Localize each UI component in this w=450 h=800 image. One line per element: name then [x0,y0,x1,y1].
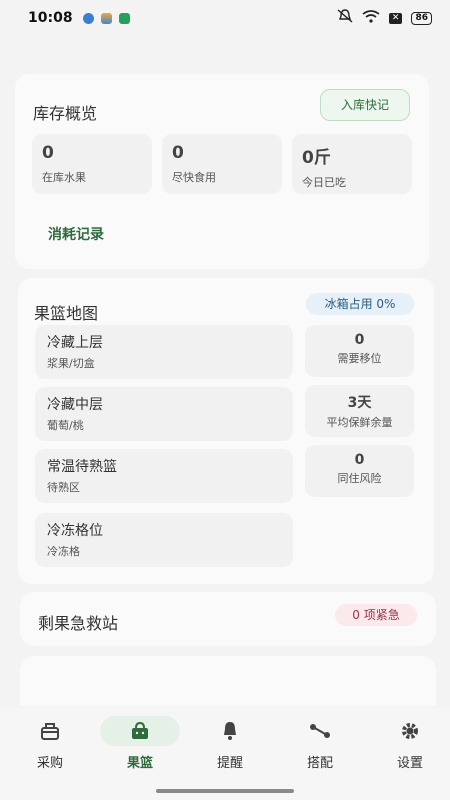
stat-value: 0 [354,452,365,468]
notification-icons [82,12,130,24]
stat-eat-soon: 0 尽快食用 [162,134,282,194]
nav-basket[interactable]: 果篮 [100,716,180,771]
nav-label: 设置 [396,756,423,771]
app-notification-icon [118,12,130,24]
status-bar: 10:08 ✕ 86 [0,0,450,36]
stat-value: 0 [172,143,184,163]
zone-fridge-middle[interactable]: 冷藏中层 葡萄/桃 [35,387,293,441]
consumption-log-link[interactable]: 消耗记录 [48,224,104,244]
urgent-count-badge: 0 项紧急 [335,604,417,626]
basket-icon [10,716,90,746]
rescue-card[interactable]: 剩果急救站 0 项紧急 [20,592,436,646]
x-badge-icon: ✕ [388,12,403,24]
stat-value: 3天 [347,395,372,411]
stat-label: 今日已吃 [302,176,346,189]
nav-label: 提醒 [216,756,243,771]
stat-eaten-today: 0斤 今日已吃 [292,134,412,194]
inventory-title: 库存概览 [33,104,98,123]
nav-label: 果篮 [126,756,153,771]
stat-label: 平均保鲜余量 [326,416,393,429]
nav-label: 搭配 [306,756,333,771]
inventory-card: 库存概览 入库快记 0 在库水果 0 尽快食用 0斤 今日已吃 消耗记录 [15,74,429,269]
stat-value: 0斤 [302,148,331,168]
nav-purchase[interactable]: 采购 [10,716,90,771]
stat-value: 0 [354,332,365,348]
basket-map-title: 果篮地图 [34,304,99,323]
stat-label: 需要移位 [337,352,382,365]
next-card-partial [20,656,436,706]
nav-reminder[interactable]: 提醒 [190,716,270,771]
status-time: 10:08 [28,10,73,26]
zone-name: 冷藏中层 [47,397,103,413]
rescue-title: 剩果急救站 [38,614,119,633]
stat-in-stock: 0 在库水果 [32,134,152,194]
battery-icon: 86 [411,11,432,25]
stat-cohabit-risk: 0 同住风险 [305,445,414,497]
zone-sub: 浆果/切盒 [47,357,95,370]
main-scroll[interactable]: 库存概览 入库快记 0 在库水果 0 尽快食用 0斤 今日已吃 消耗记录 果篮地… [0,36,450,706]
fridge-usage-badge: 冰箱占用 0% [306,293,414,315]
nav-label: 采购 [36,756,63,771]
zone-room-ripening[interactable]: 常温待熟篮 待熟区 [35,449,293,503]
bottom-nav: 采购 果篮 提醒 搭配 设置 [0,708,450,800]
bell-icon [190,716,270,746]
nav-pairing[interactable]: 搭配 [280,716,360,771]
wifi-icon [362,9,380,27]
shopping-bag-icon [100,716,180,746]
mute-icon [337,9,353,27]
home-indicator[interactable] [156,789,294,793]
basket-map-card: 果篮地图 冰箱占用 0% 冷藏上层 浆果/切盒 冷藏中层 葡萄/桃 常温待熟篮 … [18,278,434,584]
zone-name: 冷藏上层 [47,335,103,351]
zone-name: 冷冻格位 [47,523,103,539]
stat-need-move: 0 需要移位 [305,325,414,377]
nav-settings[interactable]: 设置 [370,716,450,771]
app-notification-icon [100,12,112,24]
stat-label: 同住风险 [337,472,382,485]
zone-fridge-top[interactable]: 冷藏上层 浆果/切盒 [35,325,293,379]
stat-value: 0 [42,143,54,163]
zone-freezer[interactable]: 冷冻格位 冷冻格 [35,513,293,567]
zone-sub: 待熟区 [47,481,80,494]
zone-sub: 冷冻格 [47,545,80,558]
gear-icon [370,716,450,746]
app-notification-icon [82,12,94,24]
quick-stock-button[interactable]: 入库快记 [320,89,410,121]
pair-icon [280,716,360,746]
zone-name: 常温待熟篮 [47,459,117,475]
stat-label: 尽快食用 [172,171,216,184]
stat-avg-freshness: 3天 平均保鲜余量 [305,385,414,437]
stat-label: 在库水果 [42,171,86,184]
zone-sub: 葡萄/桃 [47,419,84,432]
